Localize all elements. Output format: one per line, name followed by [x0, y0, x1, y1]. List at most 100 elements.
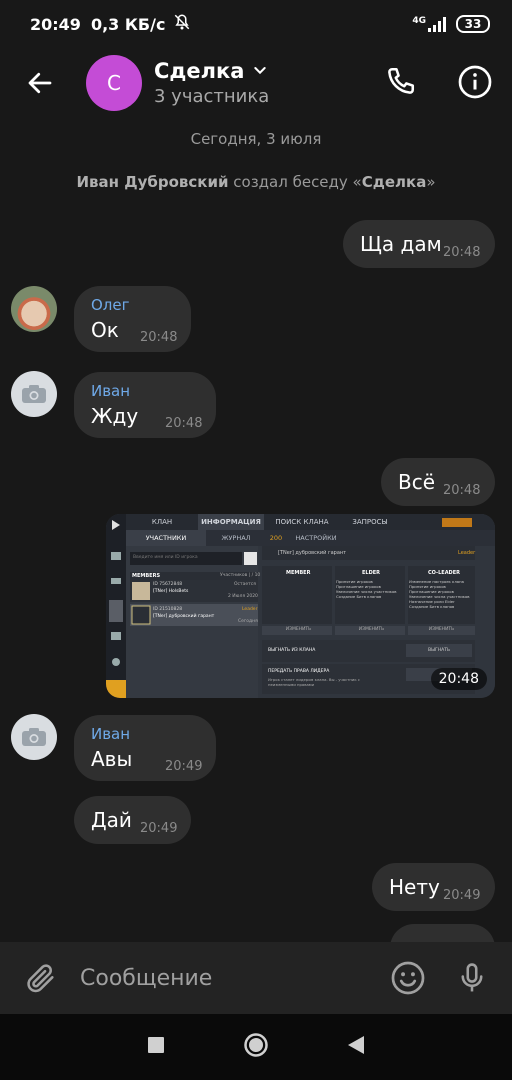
game-perm-elder: Принятие игроков Приглашение игроков Уве… — [336, 579, 397, 599]
chat-header: С Сделка 3 участника — [0, 48, 512, 118]
game-member-name: [TNer] HolsBets — [153, 589, 189, 594]
game-kick-label: ВЫГНАТЬ ИЗ КЛАНА — [268, 648, 316, 653]
status-speed: 0,3 КБ/с — [90, 14, 166, 34]
avatar-ivan[interactable] — [11, 371, 57, 417]
game-perm-coleader: Изменение настроек клана Принятие игроко… — [409, 579, 470, 609]
message-sender[interactable]: Иван — [91, 725, 130, 743]
game-col-elder: ELDER — [362, 570, 381, 576]
message-composer: Сообщение — [0, 942, 512, 1014]
system-message-author: Иван Дубровский — [76, 173, 229, 191]
triangle-back-icon — [348, 1036, 364, 1054]
message-bubble-outgoing[interactable] — [390, 924, 495, 942]
message-sender[interactable]: Олег — [91, 296, 130, 314]
game-tab: ИНФОРМАЦИЯ — [201, 518, 261, 526]
date-separator: Сегодня, 3 июля — [190, 130, 322, 148]
message-bubble-outgoing[interactable]: Ща дам 20:48 — [343, 220, 495, 268]
paperclip-icon — [27, 964, 54, 993]
message-bubble-outgoing[interactable]: Всё 20:48 — [381, 458, 495, 506]
avatar-oleg[interactable] — [11, 286, 57, 332]
message-input[interactable]: Сообщение — [80, 966, 384, 991]
message-sender[interactable]: Иван — [91, 382, 130, 400]
attach-button[interactable] — [14, 951, 68, 1005]
game-members-header: MEMBERS — [132, 573, 161, 579]
circle-icon — [244, 1033, 268, 1057]
chat-avatar[interactable]: С — [86, 55, 142, 111]
game-search-placeholder: Введите имя или ID игрока — [133, 555, 198, 560]
message-text: Ща дам — [360, 232, 442, 256]
game-tab: ЗАПРОСЫ — [352, 518, 388, 526]
system-message-end: » — [426, 173, 436, 191]
game-tabs: КЛАН ИНФОРМАЦИЯ ПОИСК КЛАНА ЗАПРОСЫ — [126, 514, 495, 530]
system-navigation-bar — [0, 1014, 512, 1080]
message-time: 20:49 — [140, 821, 178, 836]
mute-icon — [173, 13, 191, 35]
message-text: Жду — [91, 404, 139, 428]
back-nav-button[interactable] — [347, 1035, 365, 1059]
emoji-button[interactable] — [384, 954, 432, 1002]
message-time: 20:48 — [443, 245, 481, 260]
message-bubble-incoming[interactable]: Олег Ок 20:48 — [74, 286, 191, 352]
game-transfer-hint: Игрок станет лидером клана. Вы - участни… — [268, 677, 360, 687]
game-perm: Создание Битв кланов — [409, 604, 455, 609]
message-list[interactable]: Сегодня, 3 июля Иван Дубровский создал б… — [0, 118, 512, 942]
chevron-down-icon — [252, 59, 268, 83]
game-col-coleader: CO-LEADER — [428, 570, 460, 576]
message-time: 20:49 — [165, 759, 203, 774]
system-message-text: создал беседу « — [233, 173, 362, 191]
message-text: Ок — [91, 318, 119, 342]
game-member-date: 2 Июля 2020 — [228, 594, 258, 599]
game-transfer-label: ПЕРЕДАТЬ ПРАВА ЛИДЕРА — [268, 669, 330, 674]
game-subtab: ЖУРНАЛ — [221, 534, 251, 542]
square-icon — [148, 1037, 164, 1053]
game-member-status: Сегодня — [238, 619, 258, 624]
game-counter: 200 — [269, 534, 283, 542]
recents-button[interactable] — [147, 1036, 165, 1058]
game-subtab: НАСТРОЙКИ — [295, 534, 337, 542]
camera-icon — [22, 728, 46, 746]
camera-icon — [22, 385, 46, 403]
smiley-icon — [391, 961, 425, 995]
avatar-ivan[interactable] — [11, 714, 57, 760]
voice-message-button[interactable] — [448, 954, 496, 1002]
info-icon — [458, 65, 492, 99]
back-button[interactable] — [12, 55, 68, 111]
system-message: Иван Дубровский создал беседу «Сделка» — [0, 173, 512, 191]
call-button[interactable] — [374, 56, 426, 108]
game-member-id: ID 75672848 — [153, 582, 183, 587]
game-kick-button: ВЫГНАТЬ — [428, 648, 451, 653]
message-time: 20:48 — [443, 483, 481, 498]
message-time: 20:48 — [140, 330, 178, 345]
home-button[interactable] — [243, 1032, 269, 1062]
message-bubble-incoming[interactable]: Дай 20:49 — [74, 796, 191, 844]
signal-icon: 4G — [412, 16, 448, 32]
message-bubble-incoming[interactable]: Иван Авы 20:49 — [74, 715, 216, 781]
game-tab: ПОИСК КЛАНА — [275, 518, 329, 526]
message-bubble-outgoing[interactable]: Нету 20:49 — [372, 863, 495, 911]
info-button[interactable] — [449, 56, 501, 108]
game-clan-line: [TNer] дубровский гарант — [278, 550, 347, 556]
game-member-name: [TNer] дубровский гарант — [153, 614, 215, 619]
game-leader-label: Leader — [458, 550, 476, 556]
message-text: Авы — [91, 747, 133, 771]
chat-subtitle: 3 участника — [154, 86, 270, 107]
game-change: ИЗМЕНИТЬ — [358, 627, 385, 632]
chat-title-block[interactable]: Сделка 3 участника — [154, 59, 269, 107]
message-time: 20:48 — [165, 416, 203, 431]
message-bubble-incoming[interactable]: Иван Жду 20:48 — [74, 372, 216, 438]
game-member-id: ID 21510828 — [153, 607, 183, 612]
message-text: Дай — [91, 808, 132, 832]
game-members-count: Участников | / 10 — [220, 573, 261, 578]
game-member-role: Остается — [234, 582, 256, 587]
battery-indicator: 33 — [456, 15, 490, 33]
system-message-chat-name: Сделка — [361, 173, 427, 191]
game-member-role: Leader — [242, 607, 258, 612]
game-perm: Создание Битв кланов — [336, 594, 382, 599]
message-time: 20:48 — [430, 668, 487, 690]
message-text: Всё — [398, 470, 436, 494]
arrow-left-icon — [28, 72, 52, 94]
microphone-icon — [461, 963, 483, 992]
image-message[interactable]: КЛАН ИНФОРМАЦИЯ ПОИСК КЛАНА ЗАПРОСЫ УЧАС… — [106, 514, 495, 698]
game-subtabs: УЧАСТНИКИ ЖУРНАЛ 200 НАСТРОЙКИ — [126, 530, 495, 546]
game-col-member: MEMBER — [286, 570, 311, 576]
game-subtab: УЧАСТНИКИ — [145, 534, 187, 542]
